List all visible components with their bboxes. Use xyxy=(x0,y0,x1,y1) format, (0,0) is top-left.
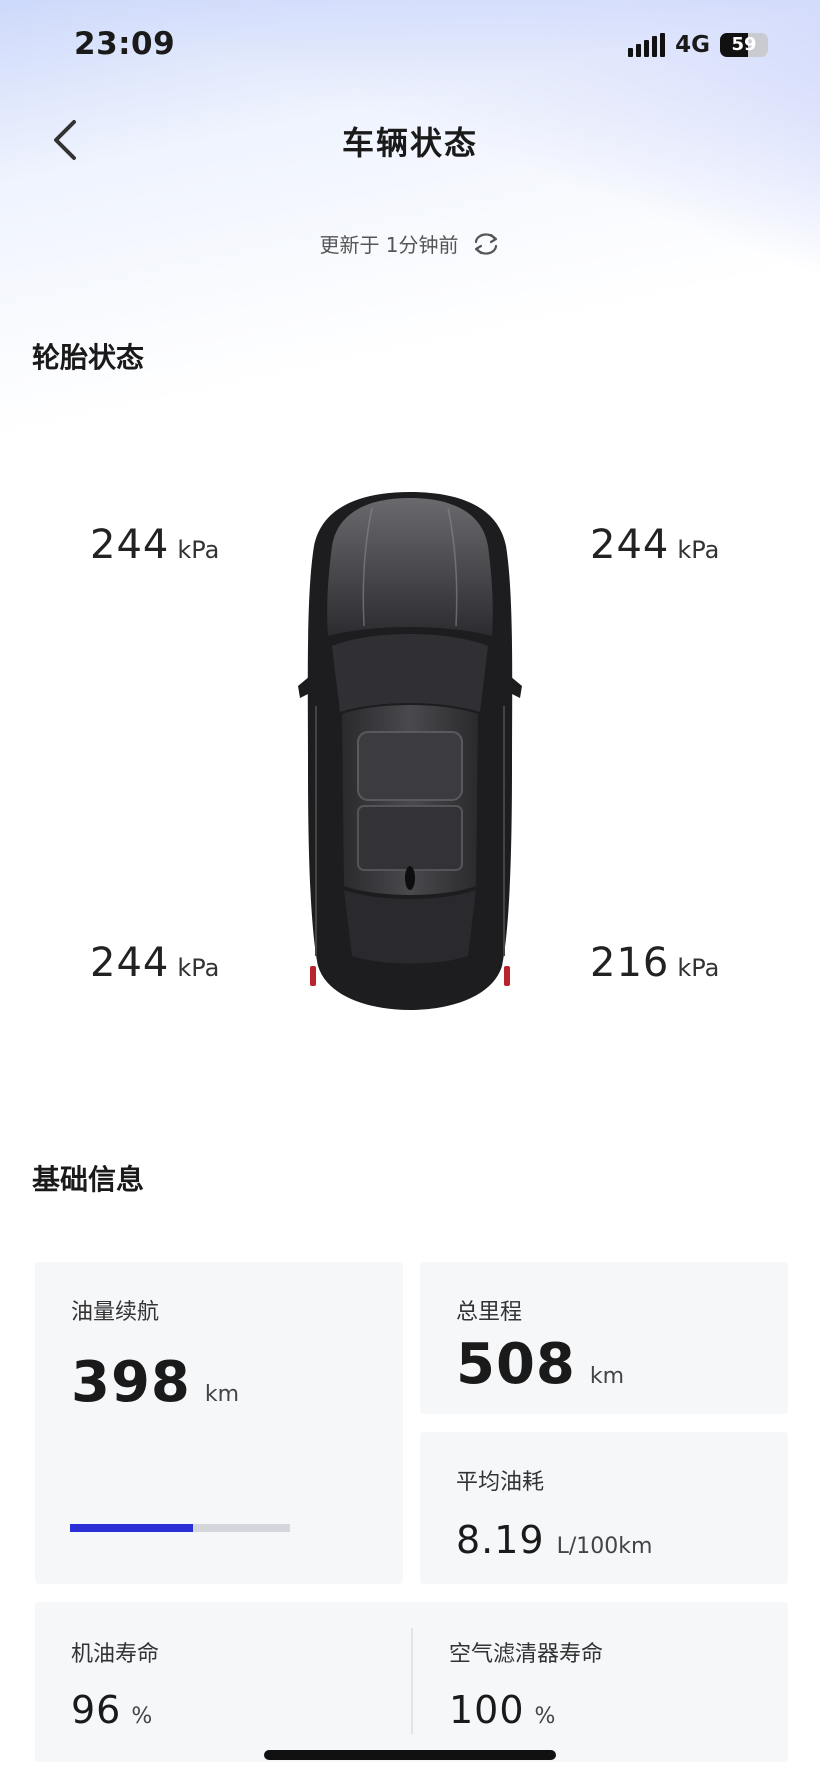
air-filter-life-unit: % xyxy=(534,1704,556,1729)
tire-rear-left: 244 kPa xyxy=(90,940,219,986)
tire-pressure-value: 244 xyxy=(90,522,170,568)
status-indicators: 4G 59 xyxy=(628,32,768,58)
air-filter-life-value-row: 100 % xyxy=(449,1688,555,1732)
oil-life-value: 96 xyxy=(71,1688,122,1732)
avg-consumption-value-row: 8.19 L/100km xyxy=(456,1518,652,1562)
air-filter-life-label: 空气滤清器寿命 xyxy=(449,1642,604,1667)
odometer-label: 总里程 xyxy=(456,1300,523,1325)
tire-pressure-unit: kPa xyxy=(677,536,720,564)
oil-life-unit: % xyxy=(131,1704,153,1729)
tire-front-right: 244 kPa xyxy=(590,522,719,568)
tire-pressure-unit: kPa xyxy=(177,954,220,982)
tire-rear-right: 216 kPa xyxy=(590,940,719,986)
air-filter-life-value: 100 xyxy=(449,1688,525,1732)
tire-pressure-value: 216 xyxy=(590,940,670,986)
fuel-range-card[interactable]: 油量续航 398 km xyxy=(35,1262,403,1584)
fuel-range-unit: km xyxy=(204,1382,240,1407)
odometer-card[interactable]: 总里程 508 km xyxy=(420,1262,788,1414)
fuel-level-bar xyxy=(70,1524,290,1532)
avg-consumption-label: 平均油耗 xyxy=(456,1470,545,1495)
car-top-view-image xyxy=(298,492,522,1010)
odometer-unit: km xyxy=(589,1364,625,1389)
basic-info-section-title: 基础信息 xyxy=(32,1163,145,1196)
fuel-level-fill xyxy=(70,1524,194,1532)
battery-percent: 59 xyxy=(731,34,757,55)
battery-icon: 59 xyxy=(720,33,768,57)
update-text: 更新于 1分钟前 xyxy=(319,233,459,257)
oil-life-value-row: 96 % xyxy=(71,1688,152,1732)
tire-pressure-unit: kPa xyxy=(677,954,720,982)
home-indicator[interactable] xyxy=(264,1750,556,1760)
odometer-value: 508 xyxy=(456,1332,576,1397)
fuel-range-value: 398 xyxy=(71,1350,191,1415)
refresh-icon[interactable] xyxy=(471,231,501,257)
fuel-range-label: 油量续航 xyxy=(71,1300,160,1325)
tire-pressure-value: 244 xyxy=(590,522,670,568)
avg-consumption-unit: L/100km xyxy=(556,1534,653,1559)
page-title: 车辆状态 xyxy=(341,124,478,162)
tire-front-left: 244 kPa xyxy=(90,522,219,568)
maintenance-life-card[interactable]: 机油寿命 96 % 空气滤清器寿命 100 % xyxy=(35,1602,788,1762)
oil-life-label: 机油寿命 xyxy=(71,1642,160,1667)
tire-section-title: 轮胎状态 xyxy=(32,341,145,374)
card-divider xyxy=(411,1628,413,1734)
network-label: 4G xyxy=(675,32,710,58)
avg-consumption-card[interactable]: 平均油耗 8.19 L/100km xyxy=(420,1432,788,1584)
update-status: 更新于 1分钟前 xyxy=(0,229,820,258)
fuel-range-value-row: 398 km xyxy=(71,1350,239,1415)
tire-pressure-unit: kPa xyxy=(177,536,220,564)
status-time: 23:09 xyxy=(74,26,176,62)
tire-pressure-value: 244 xyxy=(90,940,170,986)
signal-icon xyxy=(628,33,666,57)
avg-consumption-value: 8.19 xyxy=(456,1518,545,1562)
odometer-value-row: 508 km xyxy=(456,1332,624,1397)
